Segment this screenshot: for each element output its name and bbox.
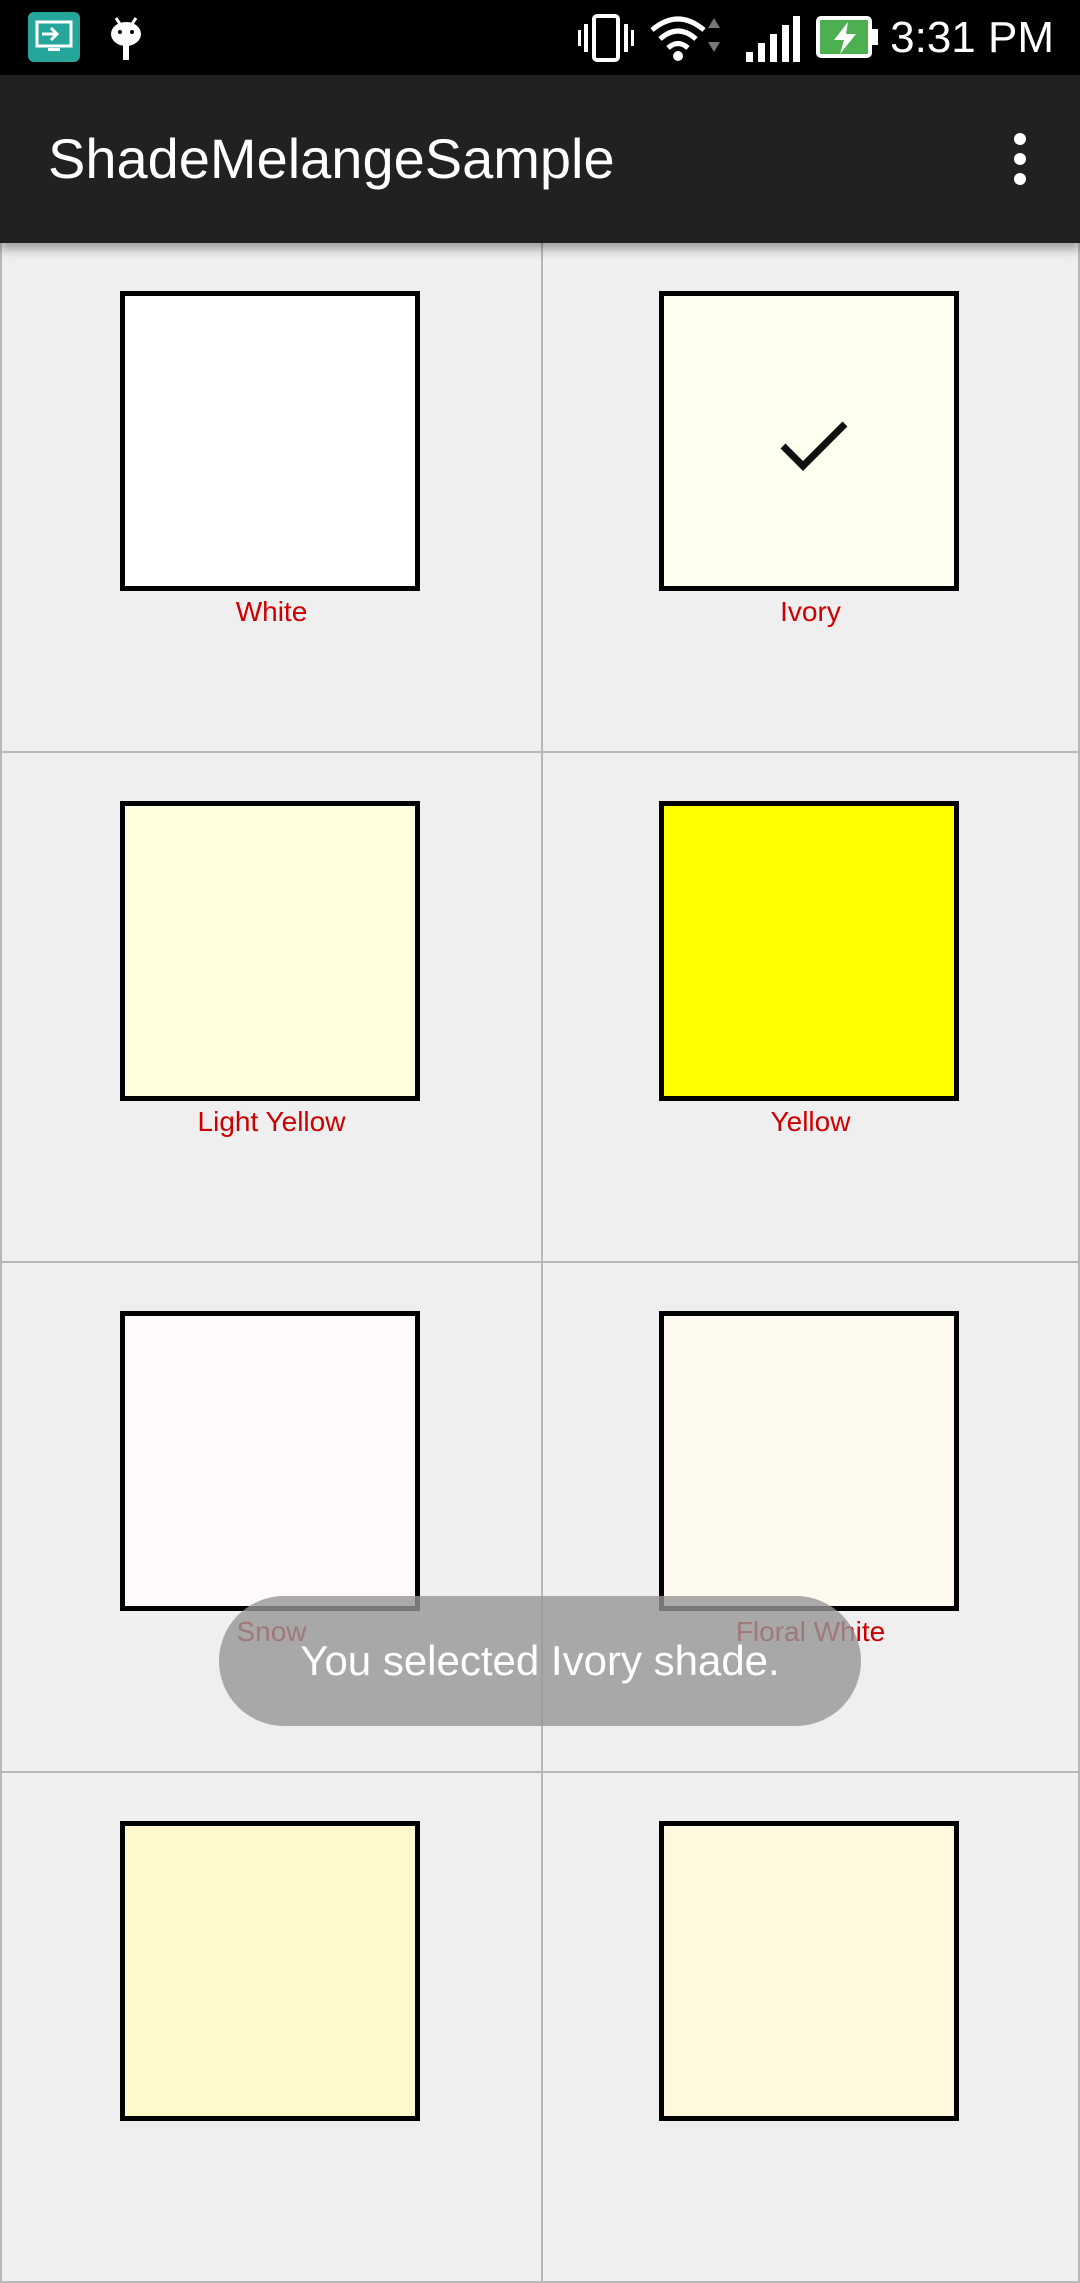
vibrate-icon <box>578 14 634 62</box>
signal-icon <box>746 16 800 62</box>
shade-label: Light Yellow <box>197 1106 346 1137</box>
shade-swatch[interactable] <box>120 1311 420 1611</box>
status-bar: 3:31 PM <box>0 0 1080 75</box>
shade-label: Yellow <box>770 1106 851 1137</box>
shade-label: White <box>235 596 308 627</box>
shade-swatch[interactable] <box>120 291 420 591</box>
shade-cell-yellow[interactable]: Yellow <box>541 753 1080 1263</box>
shade-swatch[interactable] <box>120 801 420 1101</box>
shade-cell-partial-left[interactable] <box>0 1773 541 2283</box>
shade-swatch[interactable] <box>659 291 959 591</box>
shade-cell-ivory[interactable]: Ivory <box>541 243 1080 753</box>
check-icon <box>780 421 848 471</box>
overflow-menu-button[interactable] <box>980 119 1060 199</box>
status-time: 3:31 PM <box>890 13 1054 62</box>
shade-swatch[interactable] <box>659 1311 959 1611</box>
shade-swatch[interactable] <box>659 1821 959 2121</box>
wifi-icon <box>650 16 720 61</box>
shade-cell-light-yellow[interactable]: Light Yellow <box>0 753 541 1263</box>
screen-cast-icon <box>28 12 80 62</box>
android-debug-icon <box>111 17 141 60</box>
app-bar: ShadeMelangeSample <box>0 75 1080 243</box>
shade-swatch[interactable] <box>659 801 959 1101</box>
shade-grid: White Ivory Light Yellow Yellow Snow Flo… <box>0 243 1080 2283</box>
toast-message: You selected Ivory shade. <box>219 1596 861 1726</box>
shade-label: Ivory <box>780 596 841 627</box>
shade-cell-white[interactable]: White <box>0 243 541 753</box>
app-title: ShadeMelangeSample <box>48 127 615 190</box>
battery-charging-icon <box>816 16 878 58</box>
shade-swatch[interactable] <box>120 1821 420 2121</box>
shade-cell-partial-right[interactable] <box>541 1773 1080 2283</box>
